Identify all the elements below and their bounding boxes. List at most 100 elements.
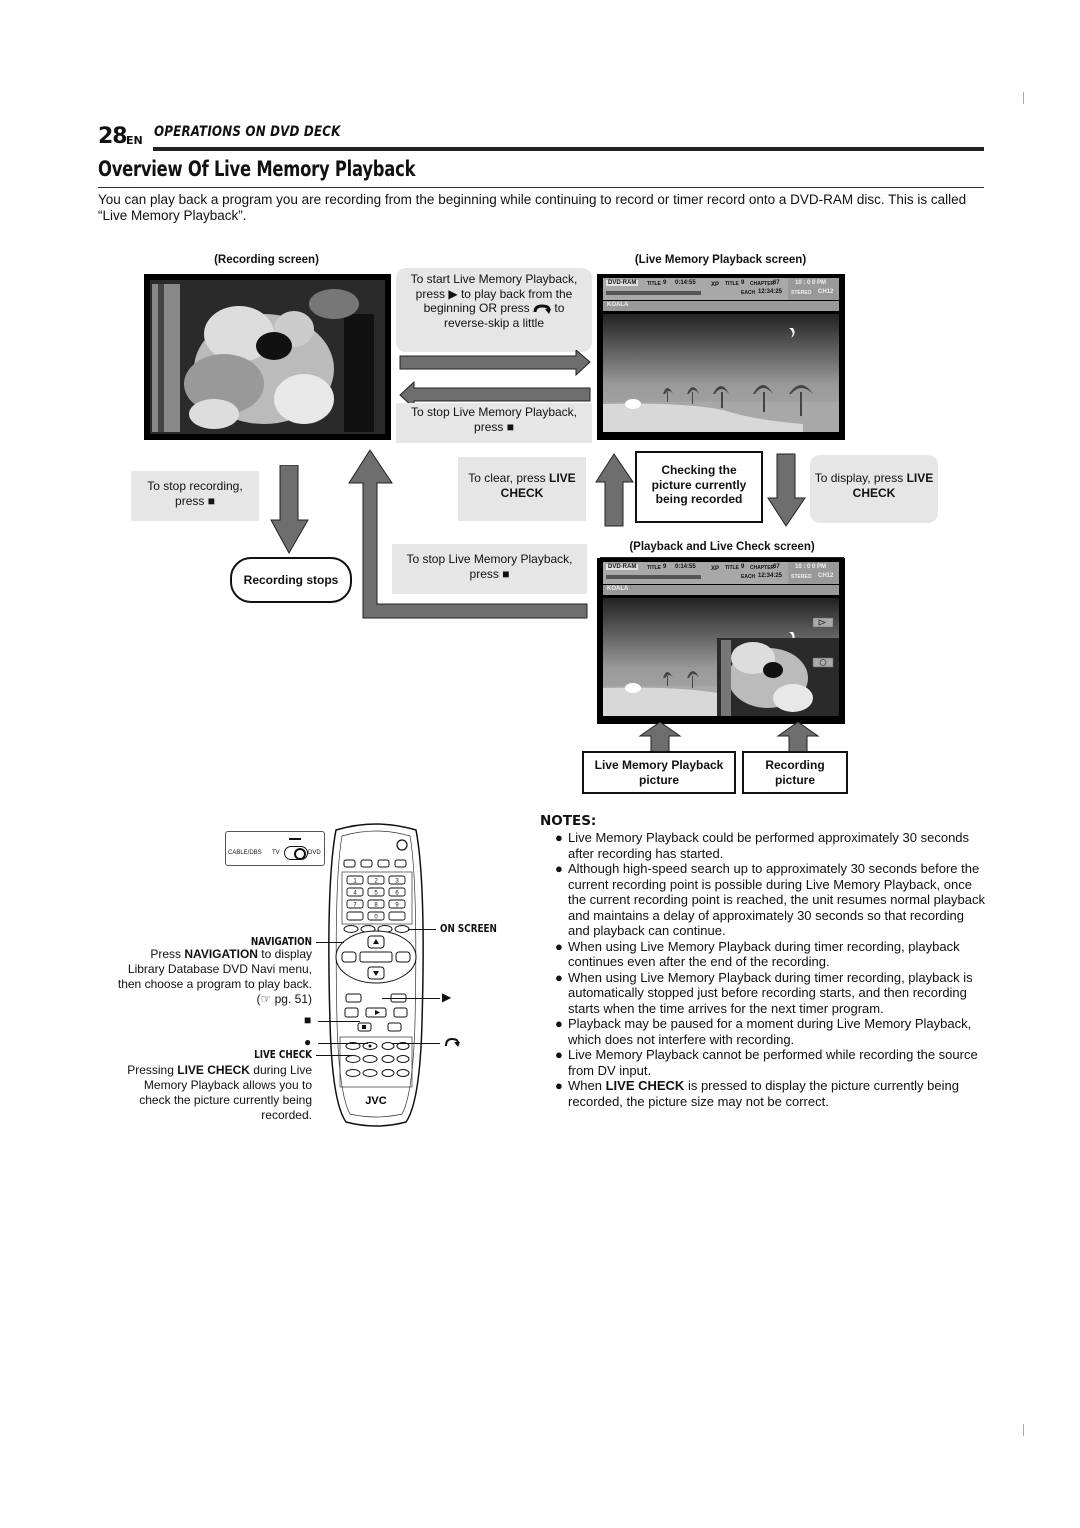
checking-line3: being recorded (655, 492, 743, 506)
osd-chapter-num: 67 (773, 564, 780, 570)
note-text: Although high-speed search up to approxi… (568, 861, 985, 938)
stop-bottom-line2: press ■ (392, 567, 587, 582)
note-text: Live Memory Playback could be performed … (568, 830, 970, 861)
up-arrow-live-memory-picture (638, 722, 682, 752)
beach-scene (603, 314, 839, 432)
bullet-icon: ● (555, 830, 563, 845)
lc-desc-line3: check the picture currently being (139, 1093, 312, 1107)
osd-disc: DVD-RAM (606, 280, 639, 286)
nav-page-ref[interactable]: (☞ pg. 51) (92, 992, 312, 1007)
text-segment: to display (261, 947, 312, 961)
label-line1: Live Memory Playback (594, 758, 724, 772)
stop-box-line2: press ■ (396, 420, 592, 435)
osd-title-label: TITLE (647, 281, 661, 287)
bullet-icon: ● (555, 1016, 563, 1031)
osd-bar: DVD-RAM TITLE 9 0:14:55 XP TITLE 9 CHAPT… (603, 278, 839, 300)
number-key[interactable] (346, 911, 364, 921)
text-segment: Press (150, 947, 182, 961)
play-leader (382, 998, 440, 999)
text-segment: To clear, press (468, 471, 546, 485)
nav-desc-line1: Press NAVIGATION to display (92, 947, 312, 962)
clear-live-check-box: To clear, press LIVE CHECK (458, 457, 586, 521)
note-text: When using Live Memory Playback during t… (568, 969, 973, 1016)
osd-title2-num: 9 (741, 280, 745, 286)
osd-program-name: KOALA (607, 586, 629, 592)
beach-scene-with-pip (603, 598, 839, 716)
down-arrow-to-check (767, 453, 806, 527)
checking-line1: Checking the (661, 463, 737, 477)
navigation-leader (316, 942, 344, 943)
stop-button-callout-icon: ■ (304, 1013, 312, 1027)
checking-picture-box: Checking the picture currently being rec… (635, 451, 763, 523)
bullet-icon: ● (555, 1078, 563, 1093)
text-segment: NAVIGATION (184, 947, 258, 961)
switch-arrow-icon (289, 838, 301, 840)
record-leader (318, 1043, 368, 1044)
up-arrow-recording-picture (776, 722, 820, 752)
osd-title2-num: 9 (741, 564, 745, 570)
osd-chapter-label: CHAPTER (750, 281, 775, 287)
osd-progress-bar (606, 291, 701, 295)
nav-desc-line2: Library Database DVD Navi menu, (127, 962, 312, 976)
osd-clock: 10 : 0 0 PM (795, 564, 827, 570)
live-check-leader (316, 1055, 352, 1056)
stop-live-memory-box-top: To stop Live Memory Playback, press ■ (396, 403, 592, 443)
number-key[interactable] (388, 911, 406, 921)
source-switch[interactable] (284, 846, 308, 860)
text-segment: LIVE CHECK (177, 1063, 250, 1077)
text-segment: press (175, 493, 205, 508)
osd-each-label: EACH (741, 290, 756, 296)
live-check-label: LIVE CHECK (254, 1048, 312, 1061)
crop-mark-top (1023, 92, 1024, 104)
osd-elapsed: 0:14:55 (675, 280, 696, 286)
text-segment: to (554, 301, 565, 315)
stop-recording-box: To stop recording, press ■ (131, 471, 259, 521)
osd-each-time: 12:34:25 (758, 573, 783, 579)
osd-each-time: 12:34:25 (758, 289, 783, 295)
stop-recording-line2: press ■ (131, 494, 259, 509)
recording-picture-label: Recording picture (742, 751, 848, 794)
live-check-description: Pressing LIVE CHECK during Live Memory P… (92, 1063, 312, 1123)
note-text: When using Live Memory Playback during t… (568, 938, 960, 970)
stop-icon: ■ (506, 419, 514, 434)
nav-desc-line3: then choose a program to play back. (117, 977, 312, 991)
osd-title2-label: TITLE (725, 281, 739, 287)
note-item: ● Although high-speed search up to approx… (555, 861, 985, 939)
remote-control: 1 2 34 5 67 8 90 JVC (328, 823, 424, 1127)
down-arrow-recording-stops (270, 465, 309, 555)
stop-box-line1: To stop Live Memory Playback, (410, 405, 578, 419)
start-box-line2: press ▶ to play back from the (396, 287, 592, 302)
reverse-skip-icon (533, 304, 552, 314)
bullet-icon: ● (555, 1047, 563, 1062)
page-title: Overview Of Live Memory Playback (98, 157, 416, 181)
stop-leader (318, 1021, 360, 1022)
notes-title: NOTES: (540, 813, 597, 829)
bullet-icon: ● (555, 861, 563, 876)
note-item: ● When using Live Memory Playback during … (555, 939, 985, 970)
text-segment: press (415, 286, 446, 301)
osd-audio: STEREO (791, 574, 812, 580)
note-item: ● When using Live Memory Playback during … (555, 970, 985, 1017)
record-button-callout-icon: ● (304, 1035, 312, 1049)
osd-channel: CH12 (818, 573, 834, 579)
navigation-description: Press NAVIGATION to display Library Data… (92, 947, 312, 1007)
osd-program-bar: KOALA (603, 301, 839, 311)
bullet-icon: ● (555, 938, 563, 954)
recording-screen-caption: (Recording screen) (214, 254, 319, 266)
switch-knob (294, 848, 306, 860)
note-text-bold: LIVE CHECK (605, 1078, 685, 1093)
text-segment: to play back from the (460, 286, 573, 301)
label-line2: picture (774, 772, 815, 787)
lc-desc-line4: recorded. (261, 1108, 312, 1122)
osd-elapsed: 0:14:55 (675, 564, 696, 570)
osd-each-label: EACH (741, 574, 756, 580)
osd-mode: XP (711, 566, 720, 572)
switch-label-tv: TV (272, 850, 280, 856)
note-text: Live Memory Playback cannot be performed… (568, 1047, 978, 1078)
bullet-icon: ● (555, 969, 563, 985)
on-screen-leader (408, 929, 436, 930)
osd-title-num: 9 (663, 280, 667, 286)
clear-line2: CHECK (500, 485, 544, 500)
note-item: ● Live Memory Playback cannot be performe… (555, 1047, 985, 1078)
text-segment: To display, press (814, 471, 904, 485)
